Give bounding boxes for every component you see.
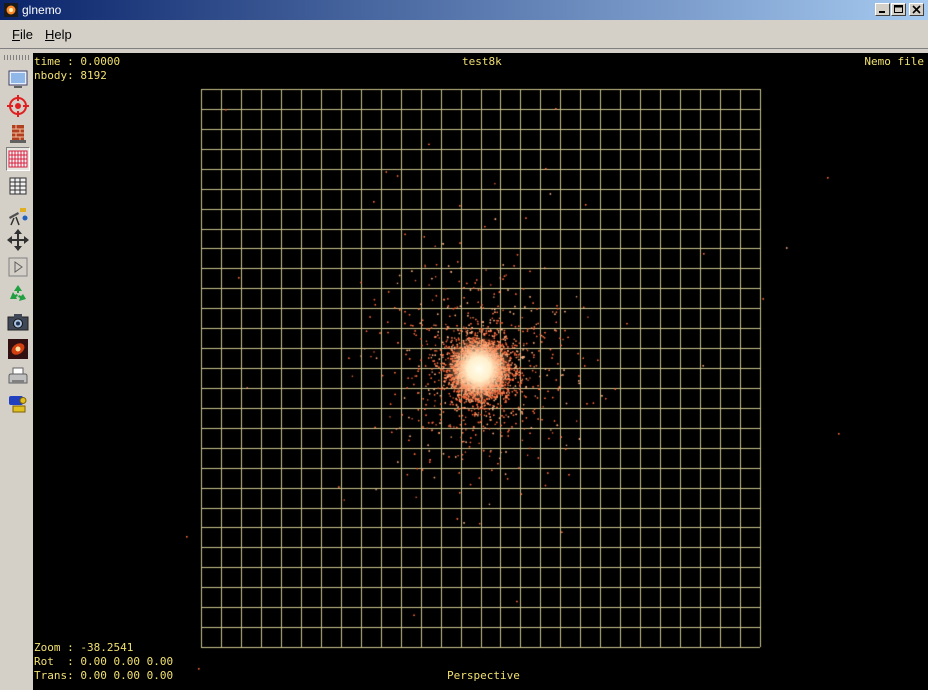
- screen-icon: [8, 70, 28, 88]
- window-title: glnemo: [22, 3, 62, 17]
- firewall-button[interactable]: [6, 121, 30, 145]
- grid-icon: [8, 150, 28, 168]
- telescope-button[interactable]: [6, 203, 30, 227]
- target-icon: [7, 95, 29, 117]
- close-button[interactable]: [909, 3, 924, 16]
- projector-button[interactable]: [6, 391, 30, 415]
- maximize-icon: [894, 5, 903, 13]
- maximize-button[interactable]: [891, 3, 906, 16]
- menu-file-mnemonic: F: [12, 27, 20, 42]
- time-readout: time : 0.0000: [34, 55, 121, 68]
- glnemo-app-icon: [4, 3, 18, 17]
- list-button[interactable]: [6, 174, 30, 198]
- nebula-icon: [8, 339, 28, 359]
- minimize-button[interactable]: [875, 3, 890, 16]
- menu-bar: File Help: [0, 20, 928, 49]
- printer-button[interactable]: [6, 365, 30, 389]
- particle-scene: [33, 53, 928, 690]
- menu-file[interactable]: File: [12, 27, 33, 42]
- list-icon: [9, 177, 27, 195]
- projector-icon: [9, 396, 27, 413]
- nebula-button[interactable]: [6, 337, 30, 361]
- menu-help-mnemonic: H: [45, 27, 55, 42]
- file-title: test8k: [462, 55, 502, 68]
- close-icon: [912, 5, 921, 14]
- play-button[interactable]: [6, 255, 30, 279]
- move-button[interactable]: [6, 228, 30, 252]
- menu-help[interactable]: Help: [45, 27, 72, 42]
- file-type: Nemo file: [864, 55, 924, 68]
- firewall-icon: [10, 125, 26, 143]
- nbody-readout: nbody: 8192: [34, 69, 107, 82]
- recycle-icon: [10, 285, 26, 301]
- camera-button[interactable]: [6, 310, 30, 334]
- printer-icon: [8, 367, 28, 384]
- move-arrows-icon: [7, 229, 29, 251]
- grid-button[interactable]: [6, 147, 30, 171]
- toolbar-grip[interactable]: [4, 55, 30, 60]
- minimize-icon: [879, 11, 885, 13]
- camera-icon: [7, 314, 29, 331]
- title-bar[interactable]: glnemo: [0, 0, 928, 20]
- vertical-toolbar: [2, 53, 32, 690]
- menu-file-rest: ile: [19, 27, 33, 42]
- gl-viewport[interactable]: time : 0.0000 nbody: 8192 test8k Nemo fi…: [33, 53, 928, 690]
- zoom-readout: Zoom : -38.2541: [34, 641, 134, 654]
- rotation-readout: Rot : 0.00 0.00 0.00: [34, 655, 174, 668]
- play-icon: [8, 257, 28, 277]
- screen-button[interactable]: [6, 67, 30, 91]
- recycle-button[interactable]: [6, 282, 30, 306]
- projection-mode: Perspective: [447, 669, 520, 682]
- telescope-icon: [9, 208, 28, 226]
- translation-readout: Trans: 0.00 0.00 0.00: [34, 669, 174, 682]
- menu-help-rest: elp: [54, 27, 72, 42]
- target-button[interactable]: [6, 94, 30, 118]
